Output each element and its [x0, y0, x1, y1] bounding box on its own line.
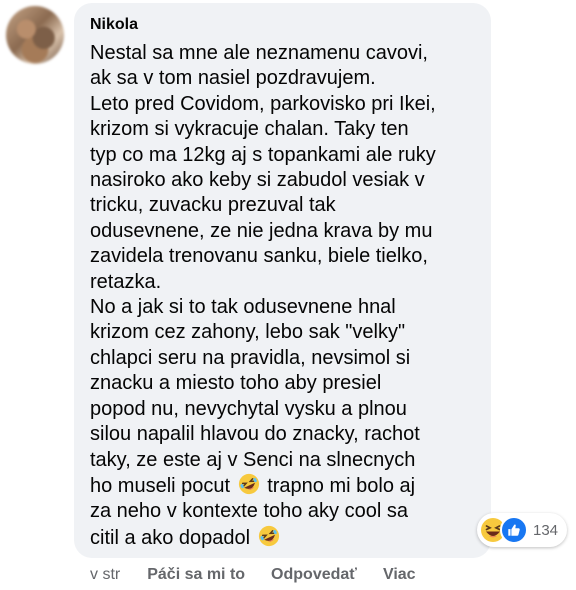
comment-line: retazka. — [90, 270, 162, 293]
comment-line: odusevnene, ze nie jedna krava by mu — [90, 219, 433, 242]
comment-line: znacku a miesto toho aby presiel — [90, 372, 382, 395]
avatar[interactable] — [6, 6, 64, 64]
rolling-on-floor-laughing-emoji — [258, 525, 279, 546]
comment-line: za neho v kontexte toho aky cool sa — [90, 500, 408, 523]
comment-line: taky, ze este aj v Senci na slnecnych — [90, 448, 416, 471]
comment-text: Nestal sa mne ale neznamenu cavovi, ak s… — [90, 41, 475, 551]
comment-line: typ co ma 12kg aj s topankami ale ruky — [90, 143, 436, 166]
comment-line: Leto pred Covidom, parkovisko pri Ikei, — [90, 92, 436, 115]
comment-actions: v str Páči sa mi to Odpovedať Viac — [90, 564, 442, 586]
comment-line: ho museli pocut trapno mi bolo aj — [90, 473, 475, 499]
like-reaction-icon — [500, 516, 528, 544]
comment-line: krizom si vykracuje chalan. Taky ten — [90, 118, 409, 141]
comment-line-part: trapno mi bolo aj — [267, 474, 416, 497]
like-button[interactable]: Páči sa mi to — [147, 566, 245, 584]
reply-button[interactable]: Odpovedať — [271, 566, 357, 584]
comment-line: silou napalil hlavou do znacky, rachot — [90, 423, 420, 446]
comment-line-part: ho museli pocut — [90, 474, 231, 497]
comment-line: krizom cez zahony, lebo sak "velky" — [90, 321, 406, 344]
comment-bubble: Nikola Nestal sa mne ale neznamenu cavov… — [74, 3, 491, 558]
comment-line: citil a ako dopadol — [90, 525, 475, 551]
reactions-summary[interactable]: 134 — [477, 513, 568, 547]
comment-line: tricku, zuvacku prezuval tak — [90, 194, 336, 217]
comment-line-part: citil a ako dopadol — [90, 526, 251, 549]
comment-timestamp[interactable]: v str — [90, 566, 120, 584]
thumbs-up-icon — [508, 524, 520, 536]
comment-line: ak sa v tom nasiel pozdravujem. — [90, 67, 376, 90]
comment-author[interactable]: Nikola — [90, 15, 475, 35]
rolling-on-floor-laughing-emoji — [238, 473, 259, 494]
comment-line: chlapci seru na pravidla, nevsimol si — [90, 346, 411, 369]
reaction-count: 134 — [533, 521, 559, 539]
comment-line: zavidela trenovanu sanku, biele tielko, — [90, 245, 428, 268]
comment-line: popod nu, nevychytal vysku a plnou — [90, 397, 407, 420]
comment-line: Nestal sa mne ale neznamenu cavovi, — [90, 42, 428, 64]
more-button[interactable]: Viac — [383, 566, 416, 584]
comment-line: nasiroko ako keby si zabudol vesiak v — [90, 169, 425, 192]
comment-line: No a jak si to tak odusevnene hnal — [90, 296, 396, 319]
